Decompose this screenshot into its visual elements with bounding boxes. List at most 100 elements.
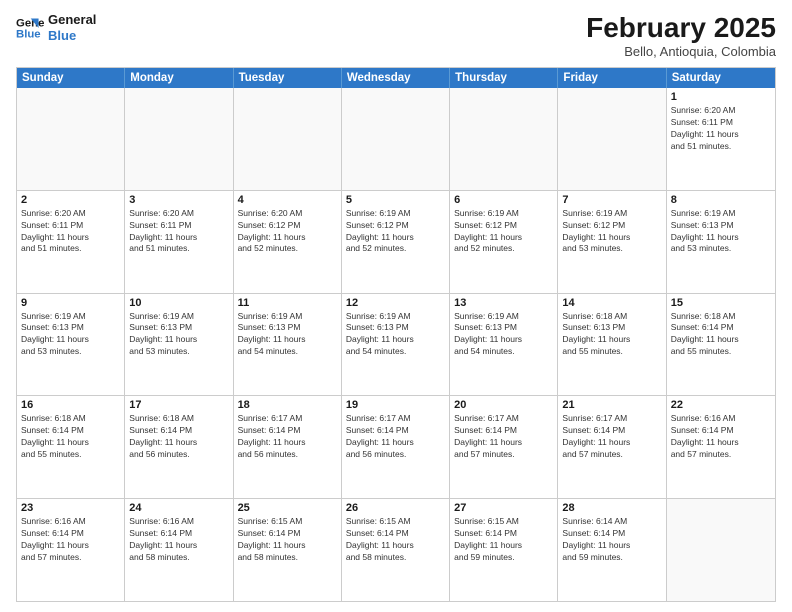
cell-2-4: 5 Sunrise: 6:19 AM Sunset: 6:12 PM Daylig… [342, 191, 450, 293]
cell-date-20: 20 [454, 399, 553, 411]
cell-date-23: 23 [21, 502, 120, 514]
calendar-subtitle: Bello, Antioquia, Colombia [586, 44, 776, 59]
cell-date-26: 26 [346, 502, 445, 514]
cell-date-7: 7 [562, 194, 661, 206]
cell-1-7: 1 Sunrise: 6:20 AM Sunset: 6:11 PM Daylig… [667, 88, 775, 190]
header-thursday: Thursday [450, 68, 558, 88]
cell-info-7: Sunrise: 6:19 AM Sunset: 6:12 PM Dayligh… [562, 208, 661, 256]
cell-info-18: Sunrise: 6:17 AM Sunset: 6:14 PM Dayligh… [238, 413, 337, 461]
cell-info-20: Sunrise: 6:17 AM Sunset: 6:14 PM Dayligh… [454, 413, 553, 461]
cell-3-7: 15Sunrise: 6:18 AM Sunset: 6:14 PM Dayli… [667, 294, 775, 396]
cell-2-3: 4 Sunrise: 6:20 AM Sunset: 6:12 PM Daylig… [234, 191, 342, 293]
cell-info-4: Sunrise: 6:20 AM Sunset: 6:12 PM Dayligh… [238, 208, 337, 256]
cell-info-27: Sunrise: 6:15 AM Sunset: 6:14 PM Dayligh… [454, 516, 553, 564]
cell-info-26: Sunrise: 6:15 AM Sunset: 6:14 PM Dayligh… [346, 516, 445, 564]
svg-text:Blue: Blue [16, 28, 41, 40]
cell-3-1: 9 Sunrise: 6:19 AM Sunset: 6:13 PM Daylig… [17, 294, 125, 396]
cell-5-2: 24 Sunrise: 6:16 AM Sunset: 6:14 PM Dayli… [125, 499, 233, 601]
cell-4-1: 16 Sunrise: 6:18 AM Sunset: 6:14 PM Dayli… [17, 396, 125, 498]
cell-info-1: Sunrise: 6:20 AM Sunset: 6:11 PM Dayligh… [671, 105, 771, 153]
cell-date-14: 14 [562, 297, 661, 309]
cell-date-27: 27 [454, 502, 553, 514]
cell-date-2: 2 [21, 194, 120, 206]
logo-icon: General Blue [16, 14, 44, 42]
cell-4-3: 18 Sunrise: 6:17 AM Sunset: 6:14 PM Dayli… [234, 396, 342, 498]
cell-date-4: 4 [238, 194, 337, 206]
cell-date-11: 11 [238, 297, 337, 309]
cell-date-12: 12 [346, 297, 445, 309]
cell-2-2: 3Sunrise: 6:20 AM Sunset: 6:11 PM Daylig… [125, 191, 233, 293]
cell-date-19: 19 [346, 399, 445, 411]
cell-info-13: Sunrise: 6:19 AM Sunset: 6:13 PM Dayligh… [454, 311, 553, 359]
cell-4-7: 22Sunrise: 6:16 AM Sunset: 6:14 PM Dayli… [667, 396, 775, 498]
cell-5-7 [667, 499, 775, 601]
cell-1-3 [234, 88, 342, 190]
cell-info-21: Sunrise: 6:17 AM Sunset: 6:14 PM Dayligh… [562, 413, 661, 461]
cell-info-24: Sunrise: 6:16 AM Sunset: 6:14 PM Dayligh… [129, 516, 228, 564]
logo-text: General Blue [48, 12, 96, 43]
cell-info-17: Sunrise: 6:18 AM Sunset: 6:14 PM Dayligh… [129, 413, 228, 461]
calendar-title: February 2025 [586, 12, 776, 44]
cell-3-2: 10 Sunrise: 6:19 AM Sunset: 6:13 PM Dayli… [125, 294, 233, 396]
cell-info-19: Sunrise: 6:17 AM Sunset: 6:14 PM Dayligh… [346, 413, 445, 461]
page: General Blue General Blue February 2025 … [0, 0, 792, 612]
calendar: Sunday Monday Tuesday Wednesday Thursday… [16, 67, 776, 602]
cell-date-9: 9 [21, 297, 120, 309]
cell-1-4 [342, 88, 450, 190]
calendar-body: 1 Sunrise: 6:20 AM Sunset: 6:11 PM Daylig… [17, 88, 775, 601]
cell-info-9: Sunrise: 6:19 AM Sunset: 6:13 PM Dayligh… [21, 311, 120, 359]
header-tuesday: Tuesday [234, 68, 342, 88]
header-monday: Monday [125, 68, 233, 88]
header-friday: Friday [558, 68, 666, 88]
cell-1-1 [17, 88, 125, 190]
cell-1-2 [125, 88, 233, 190]
cell-3-3: 11 Sunrise: 6:19 AM Sunset: 6:13 PM Dayli… [234, 294, 342, 396]
cell-3-4: 12Sunrise: 6:19 AM Sunset: 6:13 PM Dayli… [342, 294, 450, 396]
cell-1-5 [450, 88, 558, 190]
cell-2-5: 6 Sunrise: 6:19 AM Sunset: 6:12 PM Daylig… [450, 191, 558, 293]
cell-date-10: 10 [129, 297, 228, 309]
cell-date-16: 16 [21, 399, 120, 411]
cell-4-5: 20 Sunrise: 6:17 AM Sunset: 6:14 PM Dayli… [450, 396, 558, 498]
cell-1-6 [558, 88, 666, 190]
cell-4-4: 19 Sunrise: 6:17 AM Sunset: 6:14 PM Dayli… [342, 396, 450, 498]
week-1: 1 Sunrise: 6:20 AM Sunset: 6:11 PM Daylig… [17, 88, 775, 191]
cell-4-6: 21 Sunrise: 6:17 AM Sunset: 6:14 PM Dayli… [558, 396, 666, 498]
cell-info-2: Sunrise: 6:20 AM Sunset: 6:11 PM Dayligh… [21, 208, 120, 256]
cell-info-10: Sunrise: 6:19 AM Sunset: 6:13 PM Dayligh… [129, 311, 228, 359]
cell-info-11: Sunrise: 6:19 AM Sunset: 6:13 PM Dayligh… [238, 311, 337, 359]
cell-date-5: 5 [346, 194, 445, 206]
cell-date-17: 17 [129, 399, 228, 411]
cell-date-6: 6 [454, 194, 553, 206]
header-saturday: Saturday [667, 68, 775, 88]
cell-date-15: 15 [671, 297, 771, 309]
cell-5-3: 25 Sunrise: 6:15 AM Sunset: 6:14 PM Dayli… [234, 499, 342, 601]
cell-info-6: Sunrise: 6:19 AM Sunset: 6:12 PM Dayligh… [454, 208, 553, 256]
cell-info-14: Sunrise: 6:18 AM Sunset: 6:13 PM Dayligh… [562, 311, 661, 359]
cell-info-25: Sunrise: 6:15 AM Sunset: 6:14 PM Dayligh… [238, 516, 337, 564]
week-5: 23 Sunrise: 6:16 AM Sunset: 6:14 PM Dayli… [17, 499, 775, 601]
cell-info-28: Sunrise: 6:14 AM Sunset: 6:14 PM Dayligh… [562, 516, 661, 564]
cell-4-2: 17 Sunrise: 6:18 AM Sunset: 6:14 PM Dayli… [125, 396, 233, 498]
cell-date-18: 18 [238, 399, 337, 411]
cell-info-8: Sunrise: 6:19 AM Sunset: 6:13 PM Dayligh… [671, 208, 771, 256]
cell-info-16: Sunrise: 6:18 AM Sunset: 6:14 PM Dayligh… [21, 413, 120, 461]
cell-date-1: 1 [671, 91, 771, 103]
header-sunday: Sunday [17, 68, 125, 88]
cell-date-21: 21 [562, 399, 661, 411]
cell-5-5: 27 Sunrise: 6:15 AM Sunset: 6:14 PM Dayli… [450, 499, 558, 601]
cell-date-25: 25 [238, 502, 337, 514]
cell-2-6: 7 Sunrise: 6:19 AM Sunset: 6:12 PM Daylig… [558, 191, 666, 293]
logo: General Blue General Blue [16, 12, 96, 43]
cell-info-5: Sunrise: 6:19 AM Sunset: 6:12 PM Dayligh… [346, 208, 445, 256]
week-3: 9 Sunrise: 6:19 AM Sunset: 6:13 PM Daylig… [17, 294, 775, 397]
cell-date-3: 3 [129, 194, 228, 206]
cell-5-6: 28Sunrise: 6:14 AM Sunset: 6:14 PM Dayli… [558, 499, 666, 601]
cell-3-6: 14 Sunrise: 6:18 AM Sunset: 6:13 PM Dayli… [558, 294, 666, 396]
cell-5-4: 26 Sunrise: 6:15 AM Sunset: 6:14 PM Dayli… [342, 499, 450, 601]
cell-3-5: 13Sunrise: 6:19 AM Sunset: 6:13 PM Dayli… [450, 294, 558, 396]
cell-date-24: 24 [129, 502, 228, 514]
header-wednesday: Wednesday [342, 68, 450, 88]
cell-2-7: 8Sunrise: 6:19 AM Sunset: 6:13 PM Daylig… [667, 191, 775, 293]
title-block: February 2025 Bello, Antioquia, Colombia [586, 12, 776, 59]
